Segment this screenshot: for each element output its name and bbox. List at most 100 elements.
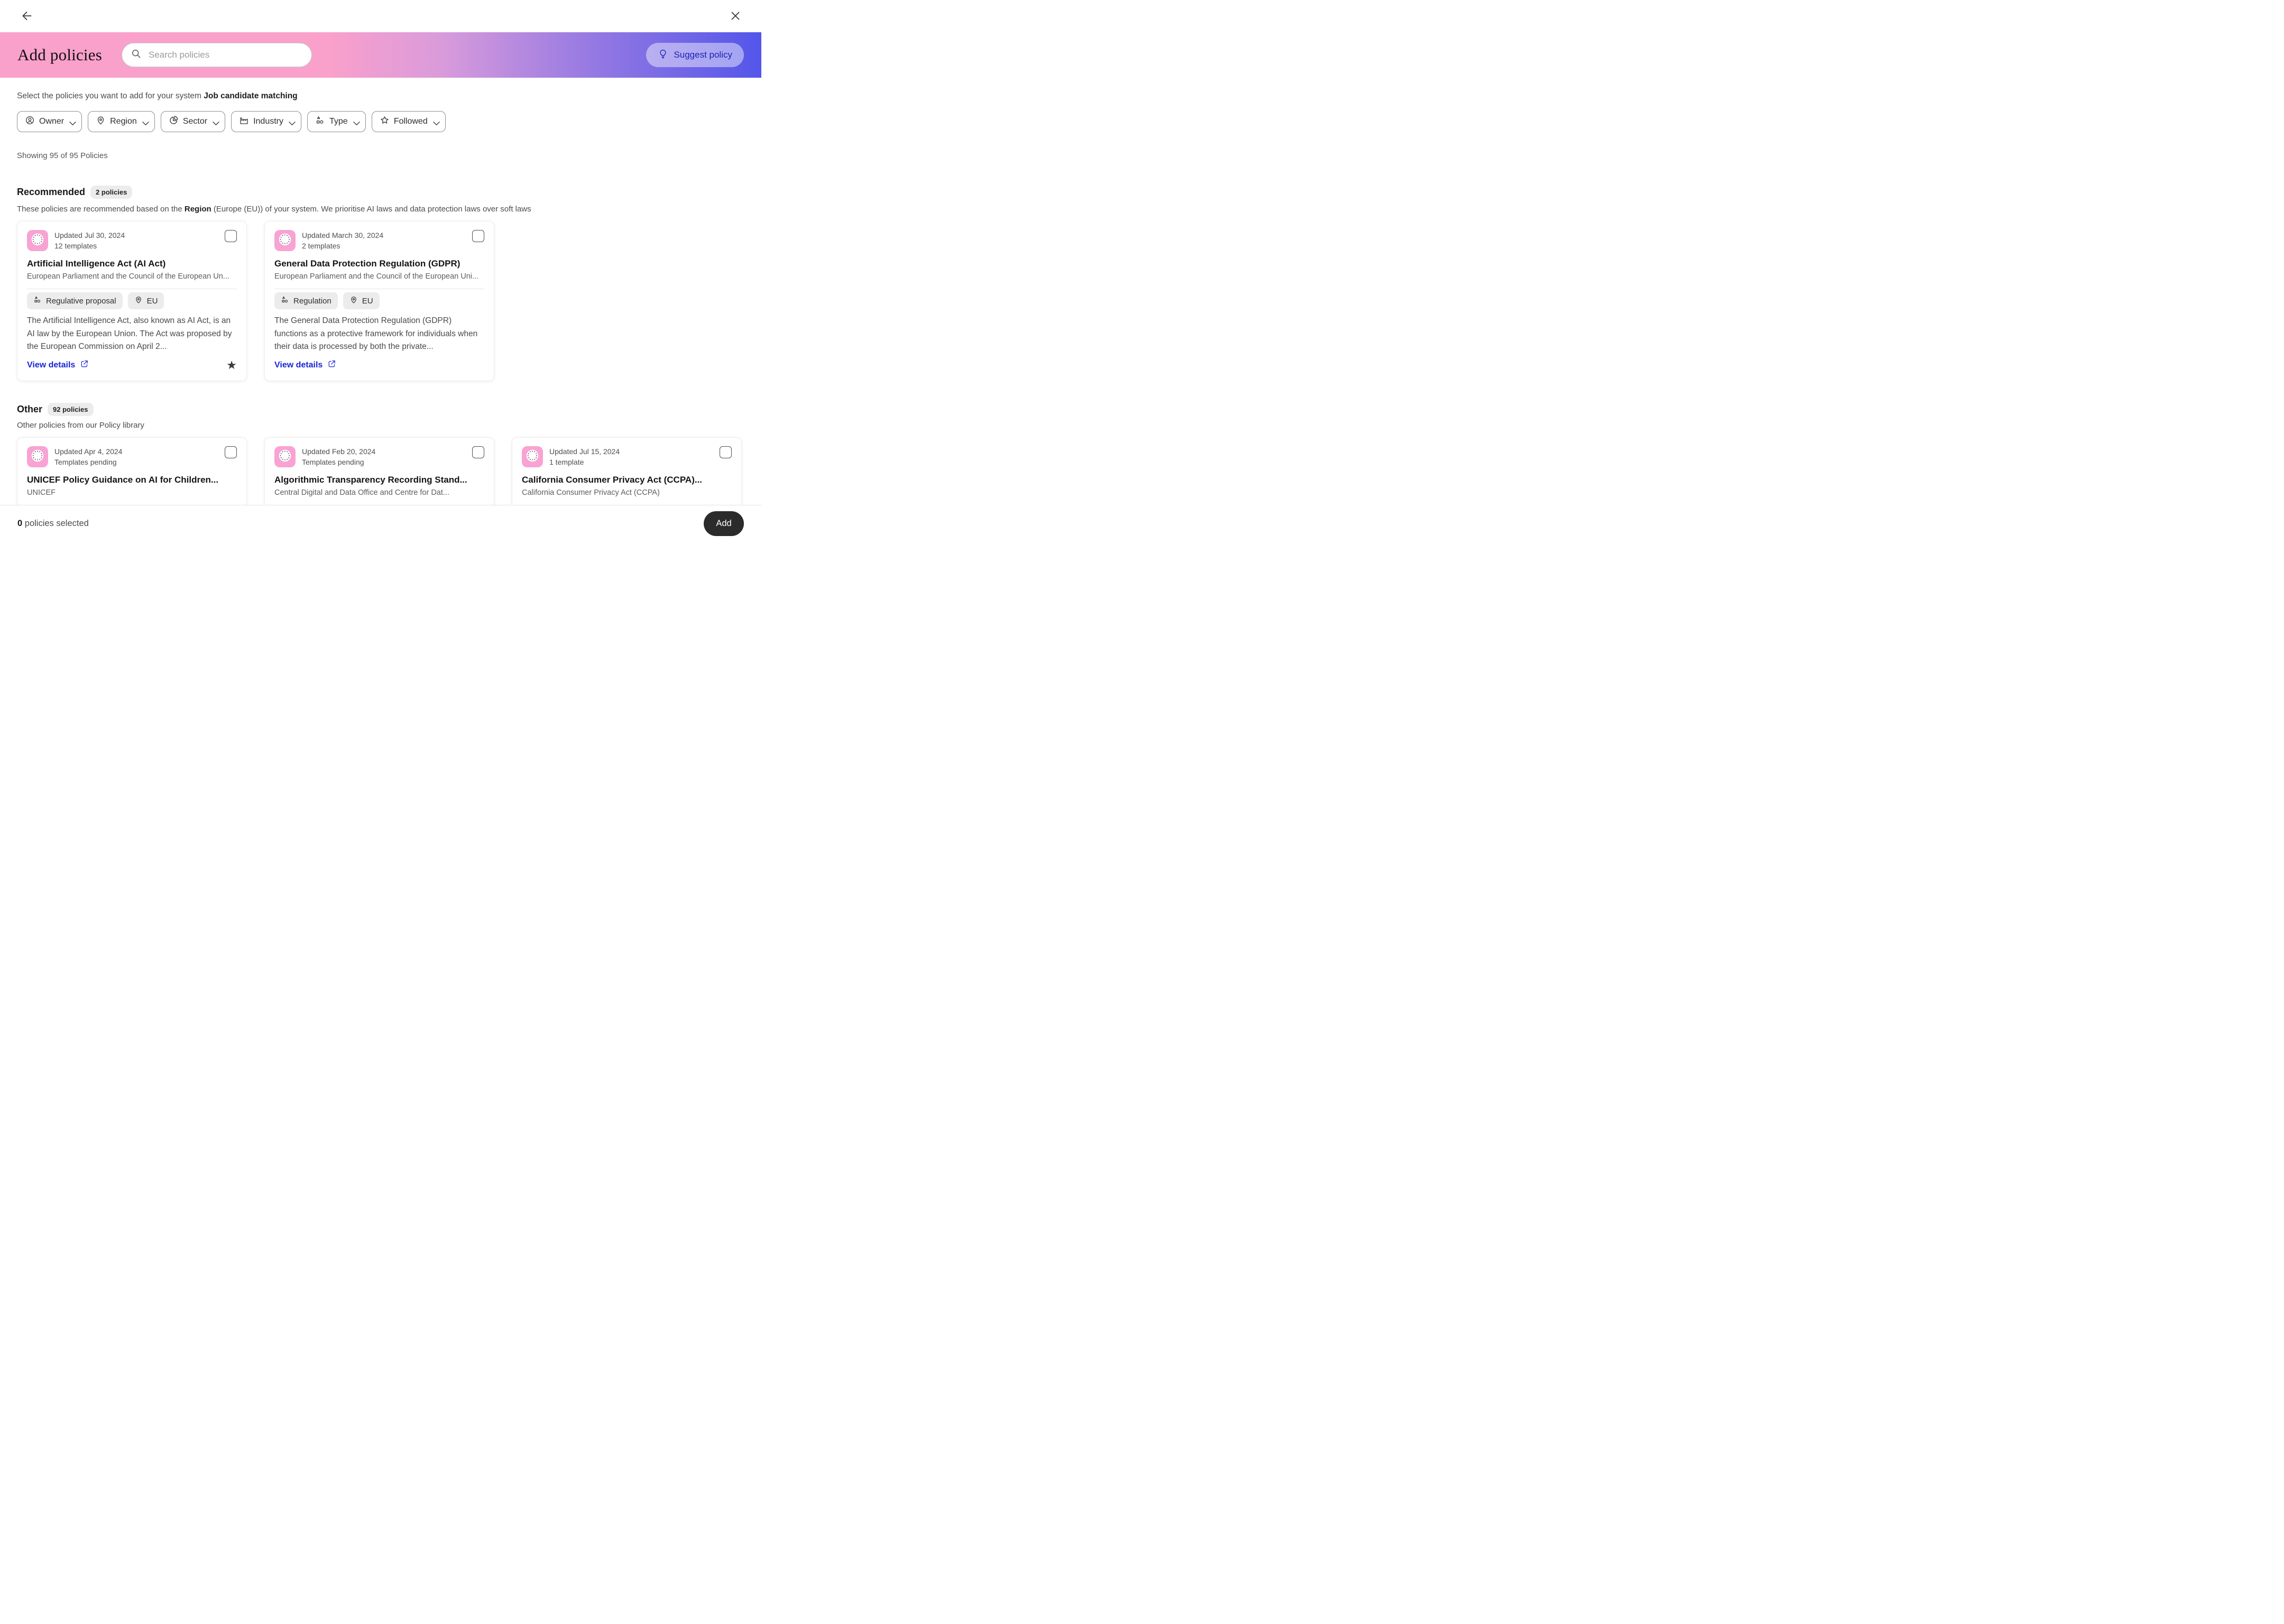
card-footer: View details bbox=[274, 359, 484, 371]
select-policy-checkbox[interactable] bbox=[472, 230, 484, 242]
chevron-down-icon bbox=[68, 118, 74, 125]
card-header: ★★★★★★★★★★★★ Updated Jul 30, 2024 12 tem… bbox=[27, 230, 237, 251]
system-name: Job candidate matching bbox=[204, 91, 297, 100]
recommended-description: These policies are recommended based on … bbox=[17, 205, 744, 214]
search-input[interactable] bbox=[148, 49, 303, 61]
external-link-icon bbox=[80, 359, 89, 371]
tag-chip: Regulation bbox=[274, 292, 338, 309]
filter-button-sector[interactable]: Sector bbox=[161, 111, 225, 132]
shapes-icon bbox=[33, 296, 42, 306]
policy-card: ★★★★★★★★★★★★ Updated Jul 15, 2024 1 temp… bbox=[512, 437, 742, 505]
add-button[interactable]: Add bbox=[704, 511, 744, 536]
recommended-desc-bold: Region bbox=[185, 205, 211, 214]
search-box bbox=[122, 43, 312, 67]
search-icon bbox=[131, 48, 142, 62]
select-policy-checkbox[interactable] bbox=[472, 446, 484, 458]
selected-count-text: 0 policies selected bbox=[17, 519, 89, 529]
filter-label: Industry bbox=[253, 117, 283, 126]
pin-icon bbox=[349, 296, 358, 306]
card-meta: Updated Feb 20, 2024 Templates pending bbox=[302, 446, 375, 467]
eu-stars-icon: ★★★★★★★★★★★★ bbox=[277, 232, 293, 250]
view-details-link[interactable]: View details bbox=[27, 359, 89, 371]
add-policies-dialog: Add policies Suggest policy Select the p… bbox=[0, 0, 761, 541]
policy-icon-tile: ★★★★★★★★★★★★ bbox=[27, 446, 48, 467]
other-title: Other bbox=[17, 404, 42, 415]
back-arrow-icon bbox=[20, 9, 34, 24]
other-section-header: Other 92 policies bbox=[17, 403, 744, 416]
view-details-label: View details bbox=[27, 361, 75, 370]
chevron-down-icon bbox=[141, 118, 147, 125]
eu-stars-icon: ★★★★★★★★★★★★ bbox=[30, 232, 45, 250]
suggest-policy-button[interactable]: Suggest policy bbox=[646, 43, 744, 67]
policy-icon-tile: ★★★★★★★★★★★★ bbox=[522, 446, 543, 467]
card-meta: Updated Apr 4, 2024 Templates pending bbox=[54, 446, 122, 467]
filter-button-type[interactable]: Type bbox=[307, 111, 366, 132]
view-details-link[interactable]: View details bbox=[274, 359, 336, 371]
policy-org: California Consumer Privacy Act (CCPA) bbox=[522, 488, 732, 497]
policy-title: UNICEF Policy Guidance on AI for Childre… bbox=[27, 475, 237, 485]
suggest-policy-label: Suggest policy bbox=[674, 50, 732, 60]
tag-label: Regulation bbox=[293, 297, 331, 306]
card-meta: Updated March 30, 2024 2 templates bbox=[302, 230, 383, 251]
card-footer: View details ★ bbox=[27, 359, 237, 371]
policy-icon-tile: ★★★★★★★★★★★★ bbox=[274, 446, 296, 467]
templates-label: Templates pending bbox=[302, 457, 375, 467]
external-link-icon bbox=[327, 359, 336, 371]
pin-icon bbox=[134, 296, 143, 306]
factory-icon bbox=[239, 115, 249, 128]
policy-card: ★★★★★★★★★★★★ Updated March 30, 2024 2 te… bbox=[264, 221, 494, 381]
eu-stars-icon: ★★★★★★★★★★★★ bbox=[277, 448, 293, 466]
recommended-title: Recommended bbox=[17, 187, 85, 198]
person-icon bbox=[25, 115, 35, 128]
templates-label: 1 template bbox=[549, 457, 620, 467]
policy-org: Central Digital and Data Office and Cent… bbox=[274, 488, 484, 497]
recommended-cards-row: ★★★★★★★★★★★★ Updated Jul 30, 2024 12 tem… bbox=[17, 221, 744, 381]
recommended-count-badge: 2 policies bbox=[90, 186, 132, 199]
filter-button-owner[interactable]: Owner bbox=[17, 111, 82, 132]
filter-label: Type bbox=[329, 117, 348, 126]
star-icon bbox=[380, 115, 390, 128]
updated-label: Updated Jul 15, 2024 bbox=[549, 446, 620, 457]
pin-icon bbox=[96, 115, 106, 128]
gradient-header: Add policies Suggest policy bbox=[0, 32, 761, 78]
main-content: Select the policies you want to add for … bbox=[0, 78, 761, 505]
view-details-label: View details bbox=[274, 361, 323, 370]
other-cards-row: ★★★★★★★★★★★★ Updated Apr 4, 2024 Templat… bbox=[17, 437, 744, 505]
tag-chip: Regulative proposal bbox=[27, 292, 123, 309]
updated-label: Updated Feb 20, 2024 bbox=[302, 446, 375, 457]
tag-chip: EU bbox=[343, 292, 380, 309]
chevron-down-icon bbox=[287, 118, 293, 125]
page-title: Add policies bbox=[17, 45, 102, 64]
intro-text: Select the policies you want to add for … bbox=[17, 91, 744, 101]
selected-count: 0 bbox=[17, 519, 22, 528]
other-count-badge: 92 policies bbox=[48, 403, 93, 416]
select-policy-checkbox[interactable] bbox=[225, 446, 237, 458]
card-header: ★★★★★★★★★★★★ Updated March 30, 2024 2 te… bbox=[274, 230, 484, 251]
templates-label: 12 templates bbox=[54, 241, 125, 251]
policy-org: UNICEF bbox=[27, 488, 237, 497]
filter-label: Followed bbox=[394, 117, 428, 126]
policy-description: The Artificial Intelligence Act, also kn… bbox=[27, 315, 237, 354]
filter-button-industry[interactable]: Industry bbox=[231, 111, 301, 132]
select-policy-checkbox[interactable] bbox=[720, 446, 732, 458]
top-bar bbox=[0, 0, 761, 32]
select-policy-checkbox[interactable] bbox=[225, 230, 237, 242]
templates-label: 2 templates bbox=[302, 241, 383, 251]
updated-label: Updated Jul 30, 2024 bbox=[54, 230, 125, 241]
other-subtitle: Other policies from our Policy library bbox=[17, 421, 744, 430]
card-meta: Updated Jul 30, 2024 12 templates bbox=[54, 230, 125, 251]
policy-title: California Consumer Privacy Act (CCPA)..… bbox=[522, 475, 732, 485]
close-button[interactable] bbox=[727, 8, 743, 24]
card-meta: Updated Jul 15, 2024 1 template bbox=[549, 446, 620, 467]
templates-label: Templates pending bbox=[54, 457, 122, 467]
star-filled-icon[interactable]: ★ bbox=[226, 359, 237, 371]
chevron-down-icon bbox=[211, 118, 217, 125]
footer-bar: 0 policies selected Add bbox=[0, 505, 761, 541]
filter-button-region[interactable]: Region bbox=[88, 111, 155, 132]
recommended-desc-suffix: (Europe (EU)) of your system. We priorit… bbox=[211, 205, 531, 214]
tag-chip: EU bbox=[128, 292, 164, 309]
lightbulb-icon bbox=[658, 49, 668, 62]
filter-button-followed[interactable]: Followed bbox=[372, 111, 446, 132]
policy-description: The General Data Protection Regulation (… bbox=[274, 315, 484, 354]
back-button[interactable] bbox=[19, 8, 35, 24]
